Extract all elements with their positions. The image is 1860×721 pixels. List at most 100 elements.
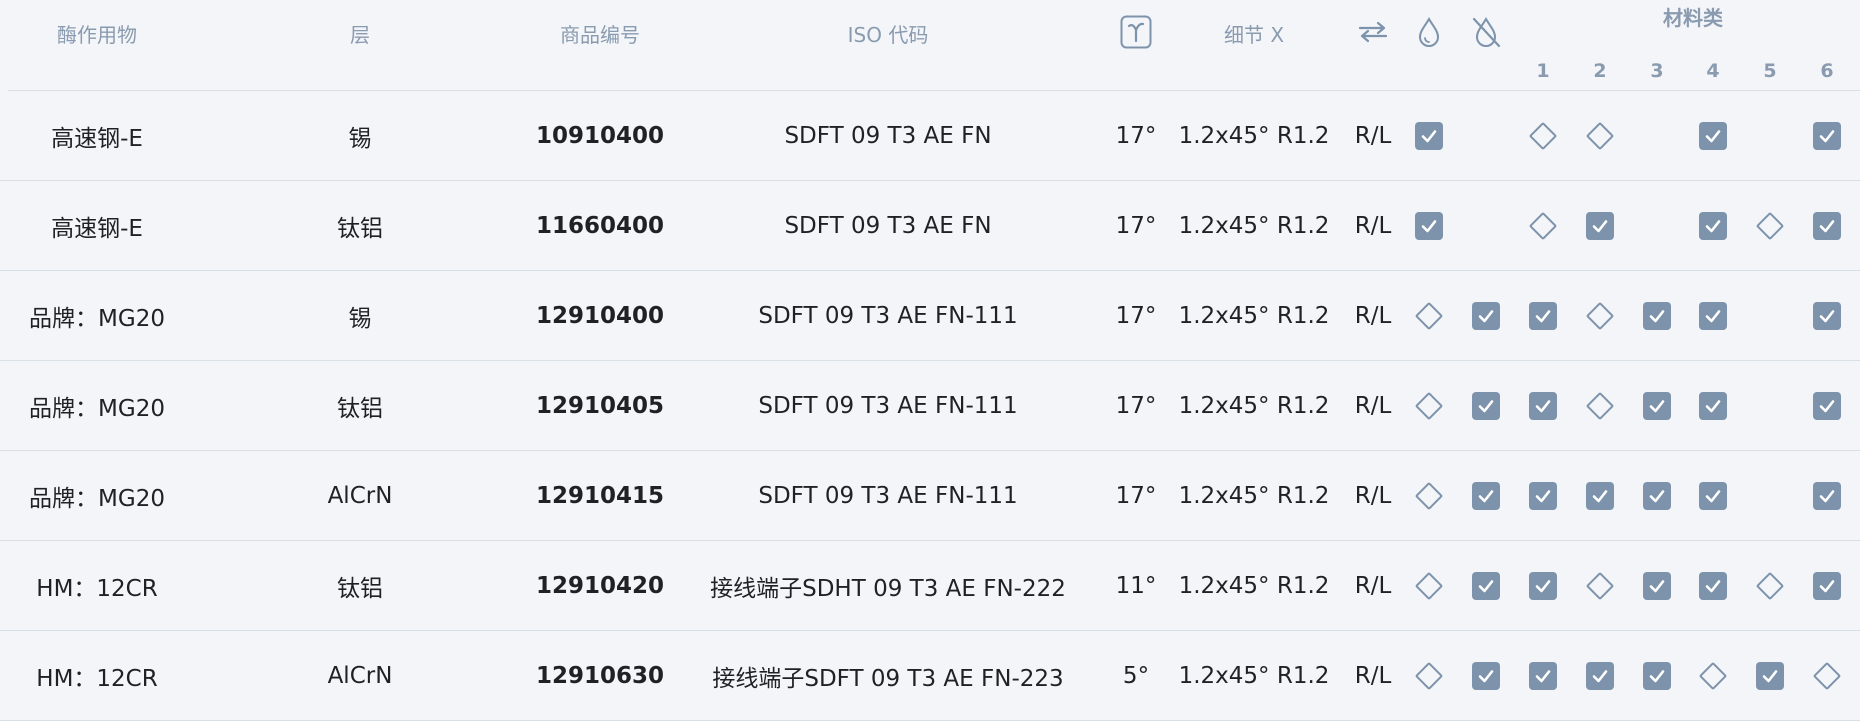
header-layer[interactable]: 层	[350, 18, 370, 48]
cell-enzyme: HM：12CR	[36, 575, 158, 602]
checkbox-checked-no-coolant[interactable]	[1471, 481, 1501, 511]
option-diamond-material-6[interactable]	[1812, 661, 1842, 691]
check-icon	[1813, 482, 1841, 510]
checkbox-checked-material-1[interactable]	[1528, 571, 1558, 601]
cell-item-no: 12910630	[535, 662, 665, 689]
header-item-no[interactable]: 商品编号	[560, 18, 640, 48]
check-icon	[1472, 302, 1500, 330]
checkbox-checked-material-1[interactable]	[1528, 391, 1558, 421]
option-diamond-coolant[interactable]	[1414, 301, 1444, 331]
checkbox-checked-material-6[interactable]	[1812, 121, 1842, 151]
cell-iso: SDFT 09 T3 AE FN-111	[758, 482, 1018, 509]
checkbox-checked-coolant[interactable]	[1414, 211, 1444, 241]
check-icon	[1643, 572, 1671, 600]
check-icon	[1699, 212, 1727, 240]
cell-direction: R/L	[1354, 662, 1392, 689]
material-num-2: 2	[1593, 60, 1607, 82]
option-diamond-material-2[interactable]	[1585, 121, 1615, 151]
checkbox-checked-material-6[interactable]	[1812, 481, 1842, 511]
cell-detail: 1.2x45° R1.2	[1178, 482, 1330, 509]
table-row[interactable]: HM：12CR 钛铝 12910420 接线端子SDHT 09 T3 AE FN-22…	[0, 541, 1860, 631]
checkbox-checked-material-3[interactable]	[1642, 481, 1672, 511]
cell-item-no: 12910420	[535, 572, 665, 599]
checkbox-checked-material-4[interactable]	[1698, 571, 1728, 601]
diamond-icon	[1585, 121, 1615, 151]
checkbox-checked-material-3[interactable]	[1642, 391, 1672, 421]
cell-enzyme: 品牌：MG20	[29, 305, 165, 332]
checkbox-checked-material-1[interactable]	[1528, 481, 1558, 511]
check-icon	[1699, 482, 1727, 510]
checkbox-checked-material-6[interactable]	[1812, 571, 1842, 601]
table-row[interactable]: 品牌：MG20 AlCrN 12910415 SDFT 09 T3 AE FN-111…	[0, 451, 1860, 541]
checkbox-checked-no-coolant[interactable]	[1471, 571, 1501, 601]
checkbox-checked-material-4[interactable]	[1698, 121, 1728, 151]
diamond-icon	[1414, 301, 1444, 331]
diamond-icon	[1528, 121, 1558, 151]
diamond-icon	[1755, 571, 1785, 601]
checkbox-checked-no-coolant[interactable]	[1471, 391, 1501, 421]
option-diamond-material-2[interactable]	[1585, 571, 1615, 601]
checkbox-checked-material-1[interactable]	[1528, 301, 1558, 331]
check-icon	[1586, 662, 1614, 690]
checkbox-checked-material-2[interactable]	[1585, 481, 1615, 511]
checkbox-checked-material-6[interactable]	[1812, 211, 1842, 241]
swap-direction-icon	[1355, 14, 1391, 50]
cell-angle: 17°	[1115, 392, 1157, 419]
check-icon	[1529, 662, 1557, 690]
option-diamond-material-5[interactable]	[1755, 211, 1785, 241]
option-diamond-material-5[interactable]	[1755, 571, 1785, 601]
table-row[interactable]: 高速钢-E 钛铝 11660400 SDFT 09 T3 AE FN 17° 1.2x45…	[0, 181, 1860, 271]
option-diamond-coolant[interactable]	[1414, 391, 1444, 421]
checkbox-checked-material-6[interactable]	[1812, 391, 1842, 421]
option-diamond-material-1[interactable]	[1528, 121, 1558, 151]
check-icon	[1472, 572, 1500, 600]
option-diamond-material-2[interactable]	[1585, 301, 1615, 331]
checkbox-checked-material-3[interactable]	[1642, 571, 1672, 601]
diamond-icon	[1414, 661, 1444, 691]
header-iso[interactable]: ISO 代码	[848, 18, 929, 48]
checkbox-checked-material-3[interactable]	[1642, 301, 1672, 331]
checkbox-checked-material-4[interactable]	[1698, 211, 1728, 241]
cell-item-no: 11660400	[535, 212, 665, 239]
option-diamond-material-1[interactable]	[1528, 211, 1558, 241]
diamond-icon	[1698, 661, 1728, 691]
cell-direction: R/L	[1354, 122, 1392, 149]
diamond-icon	[1414, 481, 1444, 511]
option-diamond-material-4[interactable]	[1698, 661, 1728, 691]
table-row[interactable]: 品牌：MG20 锡 12910400 SDFT 09 T3 AE FN-111 17° 1…	[0, 271, 1860, 361]
checkbox-checked-material-5[interactable]	[1755, 661, 1785, 691]
material-num-4: 4	[1706, 60, 1720, 82]
header-enzyme[interactable]: 酶作用物	[57, 18, 137, 48]
checkbox-checked-material-6[interactable]	[1812, 301, 1842, 331]
check-icon	[1586, 482, 1614, 510]
check-icon	[1699, 302, 1727, 330]
option-diamond-coolant[interactable]	[1414, 481, 1444, 511]
check-icon	[1643, 662, 1671, 690]
checkbox-checked-material-3[interactable]	[1642, 661, 1672, 691]
option-diamond-coolant[interactable]	[1414, 571, 1444, 601]
table-row[interactable]: 品牌：MG20 钛铝 12910405 SDFT 09 T3 AE FN-111 17°…	[0, 361, 1860, 451]
checkbox-checked-no-coolant[interactable]	[1471, 301, 1501, 331]
cell-item-no: 12910405	[535, 392, 665, 419]
cell-detail: 1.2x45° R1.2	[1178, 122, 1330, 149]
option-diamond-coolant[interactable]	[1414, 661, 1444, 691]
header-detail[interactable]: 细节 X	[1224, 18, 1284, 48]
option-diamond-material-2[interactable]	[1585, 391, 1615, 421]
checkbox-checked-no-coolant[interactable]	[1471, 661, 1501, 691]
checkbox-checked-material-2[interactable]	[1585, 211, 1615, 241]
check-icon	[1813, 572, 1841, 600]
cell-iso: 接线端子SDHT 09 T3 AE FN-222	[710, 575, 1066, 602]
checkbox-checked-material-4[interactable]	[1698, 301, 1728, 331]
checkbox-checked-material-2[interactable]	[1585, 661, 1615, 691]
cell-layer: AlCrN	[327, 662, 393, 689]
table-row[interactable]: HM：12CR AlCrN 12910630 接线端子SDFT 09 T3 AE FN…	[0, 631, 1860, 721]
cell-item-no: 10910400	[535, 122, 665, 149]
cell-layer: AlCrN	[327, 482, 393, 509]
table-body: 高速钢-E 锡 10910400 SDFT 09 T3 AE FN 17° 1.2x45°…	[0, 91, 1860, 721]
material-num-5: 5	[1763, 60, 1777, 82]
checkbox-checked-material-1[interactable]	[1528, 661, 1558, 691]
checkbox-checked-coolant[interactable]	[1414, 121, 1444, 151]
checkbox-checked-material-4[interactable]	[1698, 391, 1728, 421]
table-row[interactable]: 高速钢-E 锡 10910400 SDFT 09 T3 AE FN 17° 1.2x45°…	[0, 91, 1860, 181]
checkbox-checked-material-4[interactable]	[1698, 481, 1728, 511]
